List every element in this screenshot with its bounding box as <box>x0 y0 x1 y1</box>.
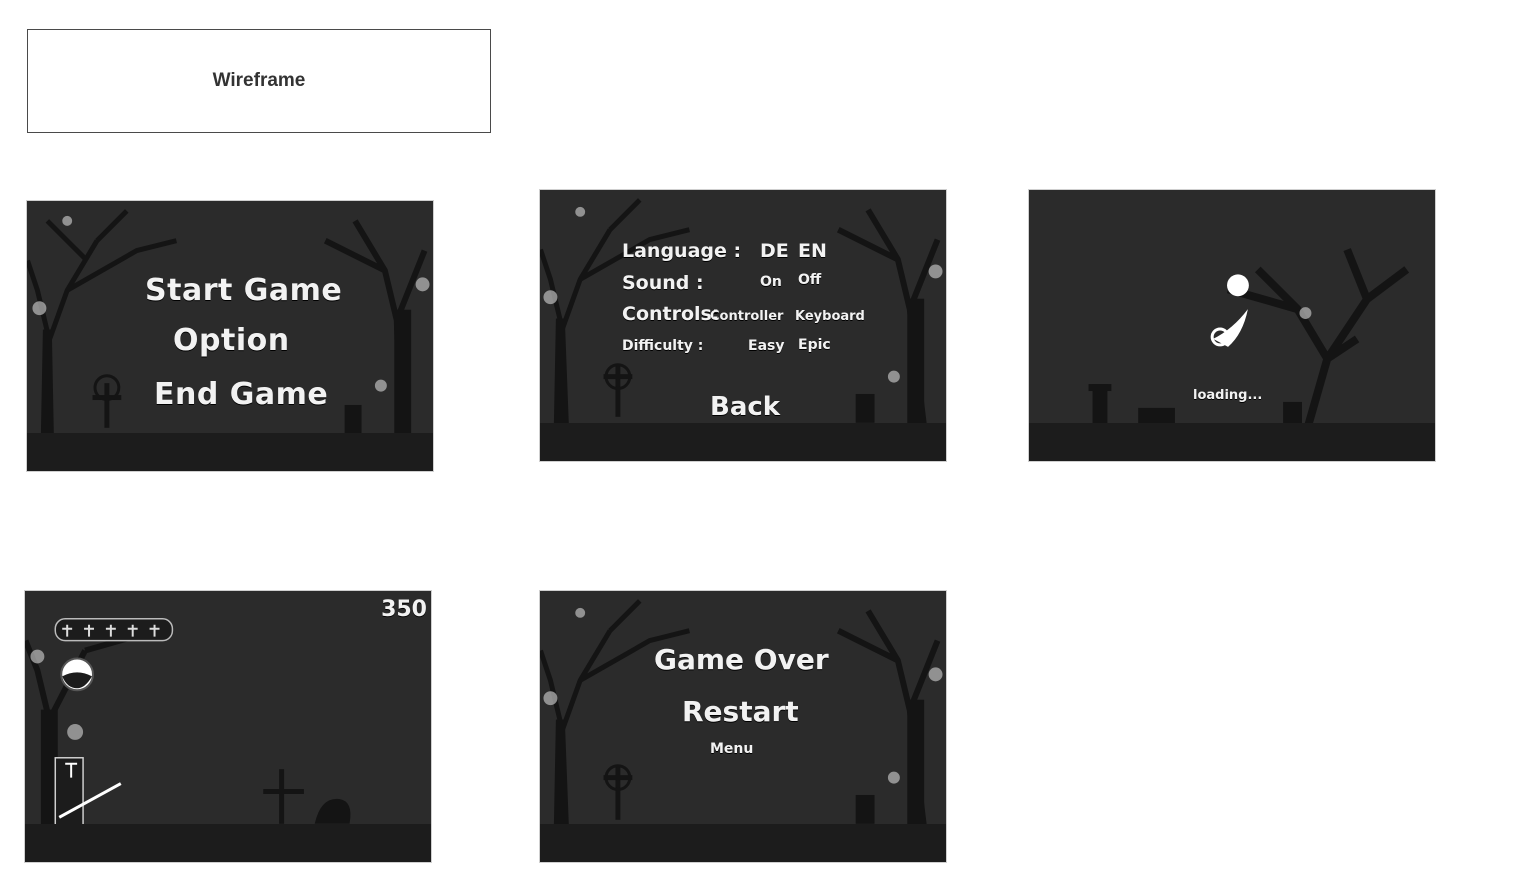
restart-button[interactable]: Restart <box>682 695 799 728</box>
ground-strip <box>25 824 431 862</box>
game-over-title: Game Over <box>654 643 829 676</box>
menu-button[interactable]: Menu <box>710 741 753 757</box>
options-screen: Language : DE EN Sound : On Off Controls… <box>539 189 947 462</box>
main-menu-screen: Start Game Option End Game <box>26 200 434 472</box>
sound-on-option[interactable]: On <box>760 274 782 290</box>
difficulty-epic-option[interactable]: Epic <box>798 337 831 353</box>
language-en-option[interactable]: EN <box>798 240 827 262</box>
option-button[interactable]: Option <box>173 323 290 358</box>
controls-label: Controls: <box>622 303 720 325</box>
controls-controller-option[interactable]: Controller <box>710 309 783 324</box>
game-over-screen: Game Over Restart Menu <box>539 590 947 863</box>
difficulty-label: Difficulty : <box>622 338 704 354</box>
loading-screen: loading... <box>1028 189 1436 462</box>
ground-strip <box>540 423 946 461</box>
mana-orb-icon <box>60 657 94 692</box>
ground-strip <box>27 433 433 471</box>
gameplay-screen: 350 <box>24 590 432 863</box>
controls-keyboard-option[interactable]: Keyboard <box>795 309 865 324</box>
difficulty-easy-option[interactable]: Easy <box>748 338 784 354</box>
end-game-button[interactable]: End Game <box>154 377 328 412</box>
health-bar <box>54 618 174 642</box>
start-game-button[interactable]: Start Game <box>145 273 342 308</box>
language-de-option[interactable]: DE <box>760 240 789 262</box>
loading-text: loading... <box>1193 388 1263 403</box>
score-counter: 350 <box>381 597 427 622</box>
ground-strip <box>1029 423 1435 461</box>
sound-off-option[interactable]: Off <box>798 272 821 288</box>
sound-label: Sound : <box>622 272 704 294</box>
language-label: Language : <box>622 240 742 262</box>
back-button[interactable]: Back <box>710 392 780 422</box>
wireframe-title: Wireframe <box>212 70 306 91</box>
gameplay-background <box>25 591 431 862</box>
wireframe-title-box: Wireframe <box>27 29 491 133</box>
loading-background <box>1029 190 1435 461</box>
ground-strip <box>540 824 946 862</box>
